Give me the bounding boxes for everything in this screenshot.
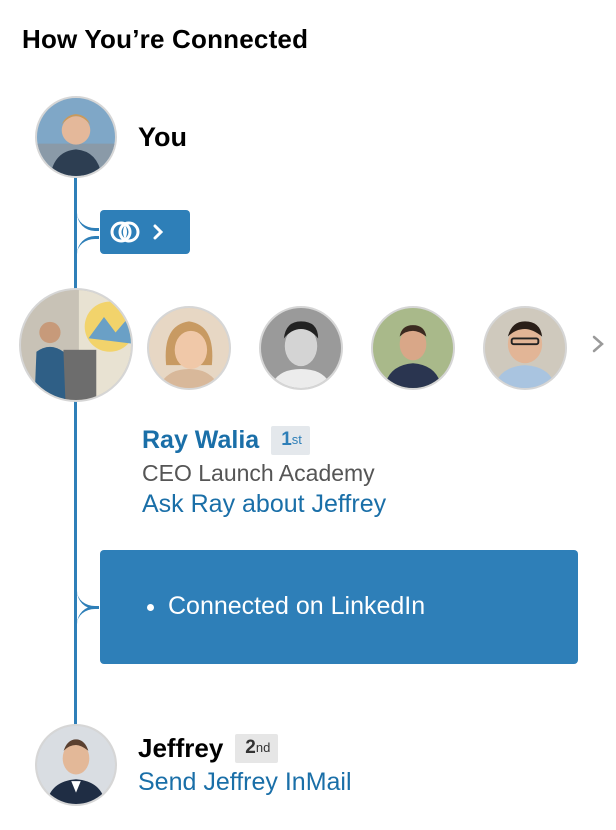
- degree-badge: 2nd: [235, 734, 279, 763]
- connector-branch: [77, 236, 99, 257]
- chevron-right-icon[interactable]: [590, 333, 606, 355]
- connection-avatar-2[interactable]: [147, 306, 231, 390]
- ask-ray-link[interactable]: Ask Ray about Jeffrey: [142, 490, 386, 519]
- degree-number: 2: [245, 737, 256, 758]
- connection-avatar-3[interactable]: [259, 306, 343, 390]
- connector-branch: [77, 606, 99, 627]
- ray-headline: CEO Launch Academy: [142, 460, 375, 486]
- degree-suffix: st: [291, 432, 302, 447]
- connection-avatar-5[interactable]: [483, 306, 567, 390]
- chevron-right-icon: [153, 224, 164, 240]
- connection-avatar-4[interactable]: [371, 306, 455, 390]
- connector-branch: [77, 210, 99, 231]
- jeffrey-name[interactable]: Jeffrey: [138, 733, 223, 764]
- you-avatar[interactable]: [35, 96, 117, 178]
- jeffrey-avatar[interactable]: [35, 724, 117, 806]
- jeffrey-name-row: Jeffrey 2nd: [138, 733, 279, 764]
- shared-connections-button[interactable]: [100, 210, 190, 254]
- shared-connections-icon: [110, 221, 140, 243]
- connector-line: [74, 398, 77, 728]
- ray-name-link[interactable]: Ray Walia: [142, 426, 259, 455]
- connector-line: [74, 176, 77, 294]
- section-title: How You’re Connected: [22, 24, 309, 54]
- connection-info-box: Connected on LinkedIn: [100, 550, 578, 664]
- ray-name-row: Ray Walia 1st: [142, 426, 310, 455]
- connection-info-list: Connected on LinkedIn: [100, 592, 425, 621]
- you-label: You: [138, 122, 187, 152]
- degree-suffix: nd: [255, 740, 271, 755]
- list-item: Connected on LinkedIn: [168, 592, 425, 621]
- degree-number: 1: [281, 429, 292, 450]
- ray-walia-avatar[interactable]: [19, 288, 133, 402]
- send-inmail-link[interactable]: Send Jeffrey InMail: [138, 768, 352, 797]
- degree-badge: 1st: [271, 426, 310, 455]
